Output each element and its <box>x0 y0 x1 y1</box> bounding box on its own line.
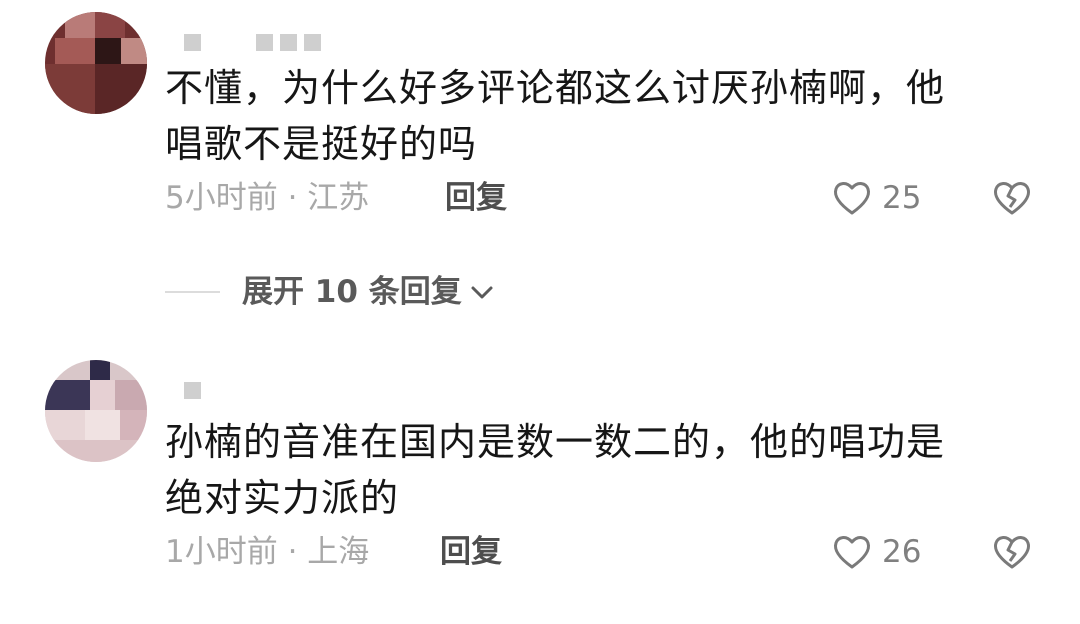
reply-button[interactable]: 回复 <box>440 532 502 572</box>
like-button[interactable]: 25 <box>830 176 921 220</box>
comment-section: 不懂，为什么好多评论都这么讨厌孙楠啊，他 唱歌不是挺好的吗 5小时前 · 江苏 … <box>0 0 1080 624</box>
avatar[interactable] <box>45 360 147 462</box>
comment-item: 孙楠的音准在国内是数一数二的，他的唱功是 绝对实力派的 1小时前 · 上海 回复… <box>0 350 1080 620</box>
like-button[interactable]: 26 <box>830 530 921 574</box>
comment-text-line: 不懂，为什么好多评论都这么讨厌孙楠啊，他 <box>165 66 946 110</box>
comment-meta: 1小时前 · 上海 <box>165 534 370 570</box>
chevron-down-icon <box>471 286 493 299</box>
heart-outline-icon <box>834 536 870 569</box>
expand-replies-label: 展开 10 条回复 <box>242 274 462 310</box>
comment-meta: 5小时前 · 江苏 <box>165 180 370 216</box>
broken-heart-icon[interactable] <box>990 176 1034 220</box>
divider-line <box>165 291 220 293</box>
comment-text-line: 唱歌不是挺好的吗 <box>165 122 478 166</box>
reply-button[interactable]: 回复 <box>445 178 507 218</box>
heart-outline-icon <box>834 182 870 215</box>
comment-text-line: 孙楠的音准在国内是数一数二的，他的唱功是 <box>165 420 946 464</box>
like-count: 26 <box>882 534 922 570</box>
like-count: 25 <box>882 180 922 216</box>
comment-text: 不懂，为什么好多评论都这么讨厌孙楠啊，他 唱歌不是挺好的吗 <box>165 60 1015 172</box>
broken-heart-icon[interactable] <box>990 530 1034 574</box>
avatar[interactable] <box>45 12 147 114</box>
comment-text: 孙楠的音准在国内是数一数二的，他的唱功是 绝对实力派的 <box>165 414 1015 526</box>
comment-text-line: 绝对实力派的 <box>165 476 400 520</box>
expand-replies-button[interactable]: 展开 10 条回复 <box>165 270 496 314</box>
comment-item: 不懂，为什么好多评论都这么讨厌孙楠啊，他 唱歌不是挺好的吗 5小时前 · 江苏 … <box>0 0 1080 260</box>
